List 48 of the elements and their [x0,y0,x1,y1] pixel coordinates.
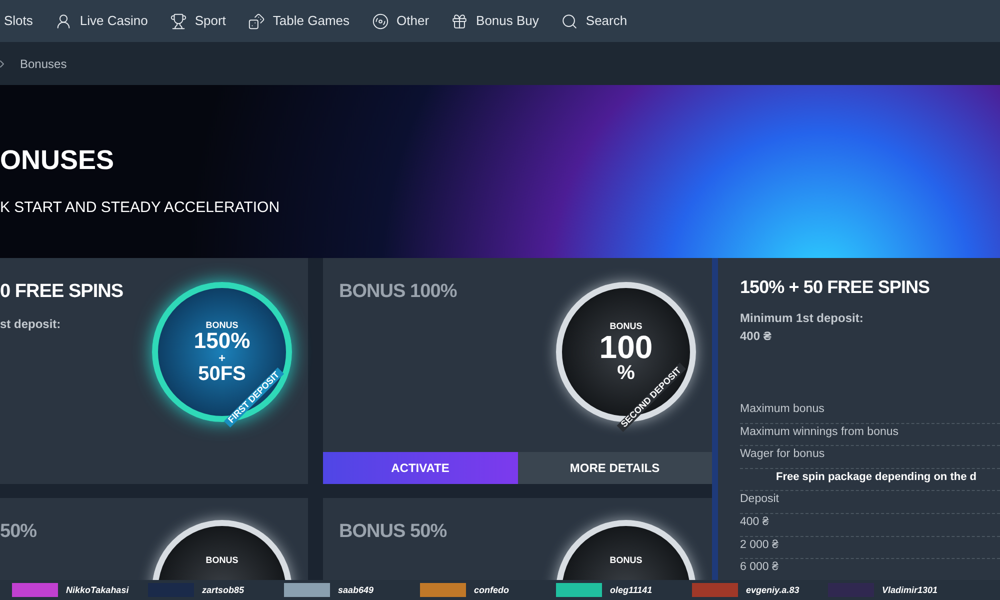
badge-value: 100 [599,330,653,362]
trophy-icon [170,12,187,30]
nav-link[interactable]: Bonus Buy [451,11,539,31]
badge-plus: + [218,352,226,364]
badge-value: 150% [194,330,250,352]
search-icon [560,12,578,30]
bonus-title: 0 FREE SPINS [0,280,124,304]
badge-value: % [617,362,635,382]
bonus-title: BONUS 50% [339,520,447,544]
player-name: NikkoTakahasi [66,586,129,594]
table-row-label: 400 ₴ [740,514,1000,537]
nav-link[interactable]: Live Casino [54,11,148,31]
nav-link[interactable]: Search [560,11,628,31]
bonus-subtitle: st deposit: [0,316,62,332]
min-deposit-label: Minimum 1st deposit: [740,310,864,327]
bonus-title: 50% [0,520,37,544]
nav-link[interactable]: Table Games [248,11,350,31]
player-name: saab649 [338,586,374,594]
hero-subtitle: K START AND STEADY ACCELERATION [0,198,281,218]
person-icon [54,12,72,30]
player-name: zartsob85 [202,586,244,594]
table-heading: Free spin package depending on the d [740,468,1000,492]
badge-label: BONUS [206,556,238,565]
table-row-label: Maximum winnings from bonus [740,424,1000,446]
player-name: evgeniy.a.83 [746,586,800,594]
bonus-title: BONUS 100% [339,280,457,304]
badge-label: BONUS [610,556,642,565]
table-row-label: Wager for bonus [740,446,1000,469]
table-row-label: Deposit [740,491,1000,514]
min-deposit-value: 400 ₴ [740,328,772,345]
nav-link[interactable]: Sport [170,11,226,31]
activate-button[interactable]: ACTIVATE [323,452,518,484]
player-name: confedo [474,586,509,594]
breadcrumb-link[interactable]: Bonuses [20,54,67,72]
details-title: 150% + 50 FREE SPINS [740,276,931,299]
badge-label: BONUS [610,322,642,330]
badge-label: BONUS [206,320,238,330]
dice-icon [248,12,265,30]
nav-link[interactable]: Slots [4,11,33,31]
nav-link[interactable]: Other [372,11,430,31]
details-button[interactable]: MORE DETAILS [518,452,712,484]
player-name: Vladimir1301 [882,586,938,594]
table-row-label: Maximum bonus [740,401,1000,424]
player-name: oleg11141 [610,586,652,594]
hero-title: ONUSES [0,144,116,177]
table-row-label: 2 000 ₴ [740,536,1000,560]
wheel-icon [372,12,389,30]
gift-icon [451,12,468,30]
